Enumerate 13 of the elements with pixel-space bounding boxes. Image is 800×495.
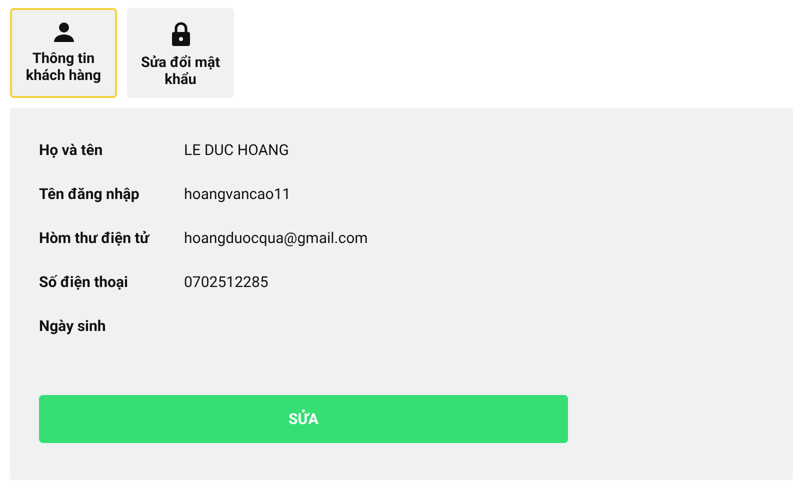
field-value: hoangduocqua@gmail.com [184,229,368,247]
field-label: Số điện thoại [39,273,130,291]
person-icon [52,22,74,42]
field-label: Ngày sinh [39,317,107,335]
field-value: hoangvancao11 [184,185,291,203]
tab[interactable]: Sửa đổi mật khẩu [127,8,234,98]
tab[interactable]: Thông tin khách hàng [10,8,117,98]
lock-icon [172,22,190,46]
field-value: LE DUC HOANG [184,141,289,159]
field-value: 0702512285 [184,273,268,291]
field-label: Tên đăng nhập [39,185,140,203]
field-label: Hòm thư điện tử [39,229,151,247]
field-label: Họ và tên [39,141,104,159]
